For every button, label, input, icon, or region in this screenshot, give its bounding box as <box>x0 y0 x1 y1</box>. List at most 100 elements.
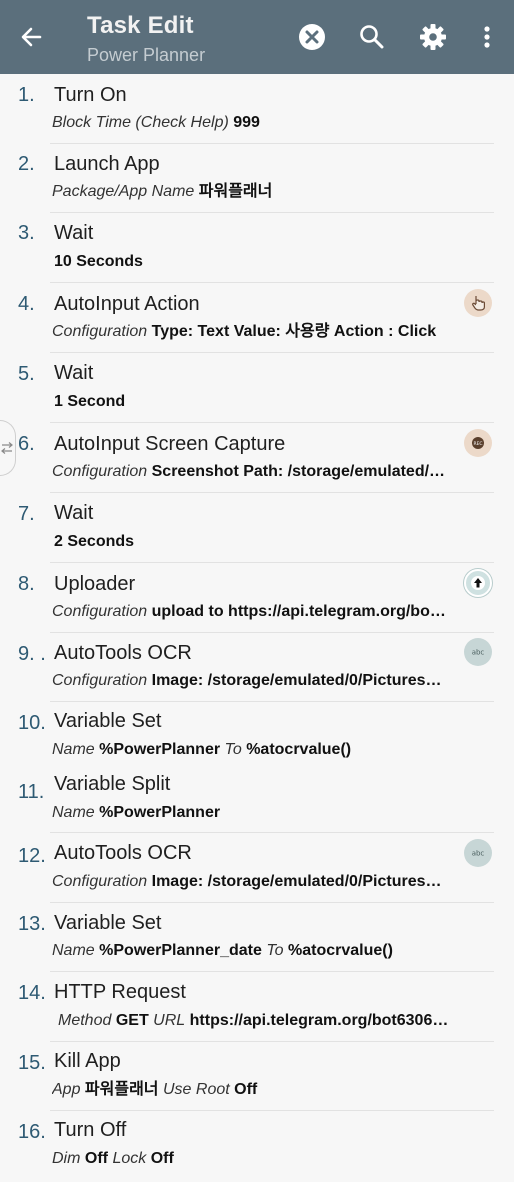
cancel-icon[interactable] <box>297 22 327 52</box>
action-name: AutoInput Action <box>54 293 200 315</box>
action-params: 2 Seconds <box>54 532 464 552</box>
svg-text:REC: REC <box>473 441 482 447</box>
param-value: 2 Seconds <box>54 533 135 550</box>
param-label: Method <box>58 1012 112 1029</box>
action-number: 11. <box>18 781 45 803</box>
action-row-1[interactable]: 1. Turn On Block Time (Check Help) 999 <box>0 74 514 144</box>
action-row-15[interactable]: 15. Kill App App 파워플래너 Use Root Off <box>0 1042 514 1111</box>
swap-arrows-icon <box>1 442 13 454</box>
search-icon[interactable] <box>357 22 387 52</box>
action-row-13[interactable]: 13. Variable Set Name %PowerPlanner_date… <box>0 903 514 972</box>
action-row-2[interactable]: 2. Launch App Package/App Name 파워플래너 <box>0 144 514 213</box>
param-value: Screenshot Path: /storage/emulated/… <box>151 463 446 480</box>
param-value: Off <box>84 1150 108 1167</box>
param-value: %PowerPlanner_date <box>99 942 262 959</box>
action-number: 14. <box>18 982 46 1004</box>
param-label: App <box>52 1081 81 1098</box>
param-value: 1 Second <box>54 393 126 410</box>
param-label: Name <box>52 942 95 959</box>
action-params: Configuration Screenshot Path: /storage/… <box>52 462 462 482</box>
param-label: Use Root <box>162 1081 230 1098</box>
svg-text:abc: abc <box>472 649 485 657</box>
action-number: 12. <box>18 845 46 867</box>
action-row-7[interactable]: 7. Wait 2 Seconds <box>0 493 514 563</box>
action-params: Configuration Type: Text Value: 사용량 Acti… <box>52 322 462 342</box>
param-label: Name <box>52 741 95 758</box>
action-name: Kill App <box>54 1050 121 1072</box>
action-name: AutoTools OCR <box>54 642 192 664</box>
action-row-8[interactable]: 8. Uploader Configuration upload to http… <box>0 563 514 633</box>
action-number: 6. <box>18 433 35 455</box>
param-label: To <box>224 741 242 758</box>
param-label: Package/App Name <box>52 183 195 200</box>
param-value: Image: /storage/emulated/0/Pictures… <box>151 672 442 689</box>
action-name: Launch App <box>54 153 160 175</box>
param-label: Configuration <box>52 603 148 620</box>
param-label: Configuration <box>52 873 148 890</box>
param-label: Name <box>52 804 95 821</box>
param-value: %atocrvalue() <box>287 942 393 959</box>
action-row-12[interactable]: 12. AutoTools OCR Configuration Image: /… <box>0 833 514 903</box>
gear-icon[interactable] <box>418 22 448 52</box>
action-params: Method GET URL https://api.telegram.org/… <box>58 1011 468 1031</box>
action-number: 10. <box>18 712 46 734</box>
action-number: 3. <box>18 222 35 244</box>
action-number: 4. <box>18 293 35 315</box>
param-label: Lock <box>112 1150 147 1167</box>
app-bar: Task Edit Power Planner <box>0 0 514 74</box>
action-row-5[interactable]: 5. Wait 1 Second <box>0 353 514 423</box>
action-number: 7. <box>18 503 35 525</box>
action-row-9[interactable]: 9. . AutoTools OCR Configuration Image: … <box>0 633 514 702</box>
action-row-3[interactable]: 3. Wait 10 Seconds <box>0 213 514 283</box>
abc-icon: abc <box>464 638 492 666</box>
action-row-14[interactable]: 14. HTTP Request Method GET URL https://… <box>0 972 514 1042</box>
param-value: https://api.telegram.org/bot6306… <box>189 1012 449 1029</box>
action-params: Dim Off Lock Off <box>52 1149 462 1169</box>
action-params: Name %PowerPlanner_date To %atocrvalue() <box>52 941 462 961</box>
param-value: %PowerPlanner <box>99 741 221 758</box>
action-number: 16. <box>18 1121 46 1143</box>
param-value: Off <box>150 1150 174 1167</box>
param-value: %atocrvalue() <box>246 741 352 758</box>
action-name: Wait <box>54 362 94 384</box>
action-number: 8. <box>18 573 35 595</box>
action-params: Name %PowerPlanner <box>52 803 462 823</box>
param-label: Dim <box>52 1150 81 1167</box>
rec-icon: REC <box>464 429 492 457</box>
action-number: 1. <box>18 84 35 106</box>
back-arrow-icon[interactable] <box>16 22 46 52</box>
action-name: Variable Set <box>54 710 162 732</box>
param-label: Block Time (Check Help) <box>52 114 229 131</box>
drawer-handle[interactable] <box>0 420 16 476</box>
param-value: 999 <box>233 114 260 131</box>
param-value: 파워플래너 <box>198 183 273 200</box>
action-params: Configuration upload to https://api.tele… <box>52 602 462 622</box>
param-value: Type: Text Value: 사용량 Action : Click <box>151 323 437 340</box>
action-row-11[interactable]: 11. Variable Split Name %PowerPlanner <box>0 770 514 833</box>
more-vert-icon[interactable] <box>472 22 502 52</box>
param-label: To <box>266 942 284 959</box>
page-title: Task Edit <box>87 12 194 39</box>
param-value: %PowerPlanner <box>99 804 221 821</box>
action-row-10[interactable]: 10. Variable Set Name %PowerPlanner To %… <box>0 702 514 770</box>
action-row-16[interactable]: 16. Turn Off Dim Off Lock Off <box>0 1111 514 1182</box>
action-params: 1 Second <box>54 392 464 412</box>
param-label: URL <box>153 1012 186 1029</box>
action-name: Wait <box>54 222 94 244</box>
param-label: Configuration <box>52 323 148 340</box>
action-name: Wait <box>54 502 94 524</box>
action-name: Variable Set <box>54 912 162 934</box>
action-params: Configuration Image: /storage/emulated/0… <box>52 671 462 691</box>
action-params: Package/App Name 파워플래너 <box>52 182 462 202</box>
page-subtitle: Power Planner <box>87 45 206 65</box>
action-number: 2. <box>18 153 35 175</box>
action-name: Turn On <box>54 84 127 106</box>
svg-text:abc: abc <box>472 850 485 858</box>
action-row-6[interactable]: 6. AutoInput Screen Capture Configuratio… <box>0 423 514 493</box>
action-name: Variable Split <box>54 773 171 795</box>
action-row-4[interactable]: 4. AutoInput Action Configuration Type: … <box>0 283 514 353</box>
action-name: Uploader <box>54 573 136 595</box>
action-number: 9. . <box>18 643 46 665</box>
action-params: Name %PowerPlanner To %atocrvalue() <box>52 740 462 760</box>
action-params: 10 Seconds <box>54 252 464 272</box>
